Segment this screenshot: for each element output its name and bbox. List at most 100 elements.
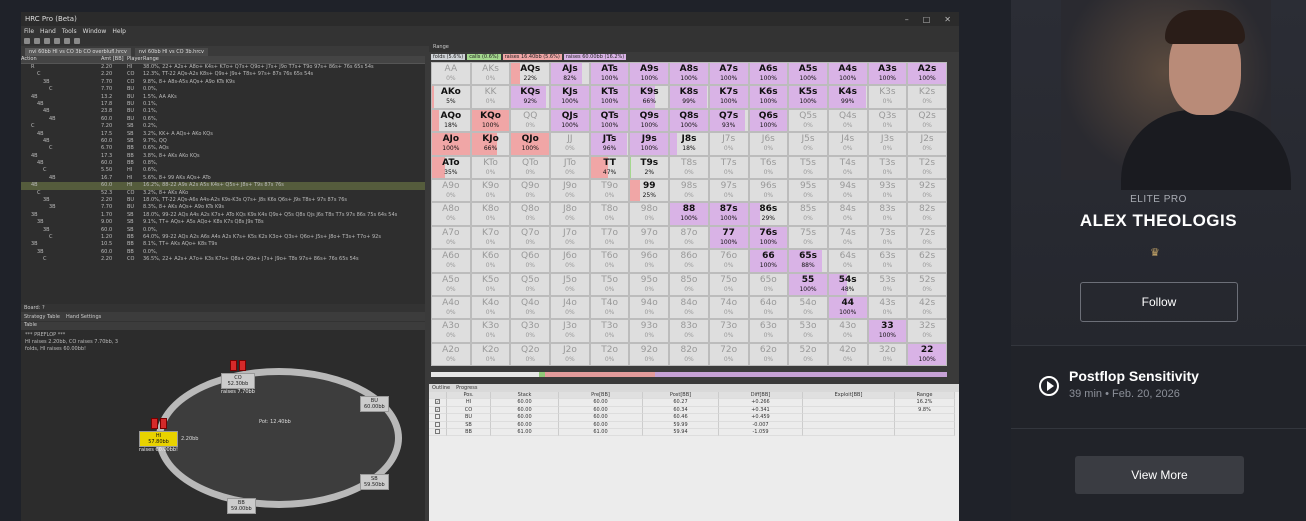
seat-bu[interactable]: BU 60.00bb <box>360 396 389 412</box>
range-cell[interactable]: JJ 0% <box>550 132 590 156</box>
range-cell[interactable]: 42s 0% <box>907 295 947 320</box>
range-cell[interactable]: 53o 0% <box>788 319 828 343</box>
tree-row[interactable]: C 1.20 BB 64.0%, 99-22 AQs A2s A6s A4s A2s … <box>21 234 425 241</box>
outline-tab[interactable]: Outline <box>432 385 450 391</box>
range-cell[interactable]: J4s 0% <box>827 132 868 156</box>
range-cell[interactable]: 93s 0% <box>867 178 908 203</box>
range-cell[interactable]: QQ 0% <box>510 108 551 133</box>
tab-strategy-table[interactable]: Strategy Table <box>24 314 60 320</box>
range-cell[interactable]: T5o 0% <box>589 272 630 296</box>
range-cell[interactable]: Q9s 100% <box>629 108 670 133</box>
range-cell[interactable]: 52s 0% <box>907 272 947 296</box>
range-cell[interactable]: K9o 0% <box>470 178 511 203</box>
range-cell[interactable]: 54o 0% <box>788 295 828 320</box>
range-cell[interactable]: KTo 0% <box>470 155 511 179</box>
range-cell[interactable]: 62s 0% <box>907 249 947 273</box>
range-cell[interactable]: AQo 18% <box>431 108 471 133</box>
range-cell[interactable]: Q8o 0% <box>510 202 551 226</box>
legend-item[interactable]: calls (0.6%) <box>467 54 501 60</box>
range-cell[interactable]: 92s 0% <box>907 178 947 203</box>
checkbox-icon[interactable]: ✓ <box>435 406 440 412</box>
range-cell[interactable]: 88 100% <box>669 202 709 226</box>
open-icon[interactable] <box>34 38 40 44</box>
range-cell[interactable]: 74s 0% <box>827 225 868 250</box>
range-cell[interactable]: QTo 0% <box>510 155 551 179</box>
checkbox-icon[interactable] <box>435 428 440 434</box>
range-cell[interactable]: 73o 0% <box>708 319 749 343</box>
tree-row[interactable]: 3B 1.70 SB 18.0%, 99-22 AQs A4s A2s K7s+ AT… <box>21 212 425 219</box>
tab-hand-settings[interactable]: Hand Settings <box>66 314 101 320</box>
menu-item-tools[interactable]: Tools <box>62 28 77 35</box>
range-cell[interactable]: 84o 0% <box>669 295 709 320</box>
close-icon[interactable]: ✕ <box>944 15 951 24</box>
seat-sb[interactable]: SB 59.50bb <box>360 474 389 490</box>
menu-item-hand[interactable]: Hand <box>40 28 56 35</box>
range-cell[interactable]: K5s 100% <box>788 85 828 109</box>
range-cell[interactable]: J6o 0% <box>550 249 590 273</box>
range-cell[interactable]: 83o 0% <box>669 319 709 343</box>
legend-item[interactable]: raises 60.00bb (16.2%) <box>563 54 627 60</box>
range-cell[interactable]: T9o 0% <box>589 178 630 203</box>
menu-item-help[interactable]: Help <box>112 28 126 35</box>
range-cell[interactable]: 98s 0% <box>669 178 709 203</box>
range-cell[interactable]: K4s 99% <box>827 85 868 109</box>
minimize-icon[interactable]: – <box>905 15 909 24</box>
range-cell[interactable]: 99 25% <box>629 178 670 203</box>
range-cell[interactable]: K9s 66% <box>629 85 670 109</box>
checkbox-icon[interactable]: ✓ <box>435 399 440 405</box>
range-cell[interactable]: A8o 0% <box>431 202 471 226</box>
range-cell[interactable]: 65s 88% <box>788 249 828 273</box>
range-cell[interactable]: Q8s 100% <box>669 108 709 133</box>
tree-row[interactable]: C 5.50 HI 0.6%, <box>21 167 425 174</box>
range-cell[interactable]: AKs 0% <box>470 62 511 86</box>
range-cell[interactable]: A9o 0% <box>431 178 471 203</box>
range-cell[interactable]: T8o 0% <box>589 202 630 226</box>
follow-button[interactable]: Follow <box>1080 282 1238 322</box>
tree-row[interactable]: 3B 7.70 CO 9.8%, 8+ A8s-A5s AQs+ A9o KTs K9… <box>21 79 425 86</box>
range-cell[interactable]: J7s 0% <box>708 132 749 156</box>
range-cell[interactable]: 97s 0% <box>708 178 749 203</box>
range-cell[interactable]: 97o 0% <box>629 225 670 250</box>
range-cell[interactable]: T7s 0% <box>708 155 749 179</box>
tree-row[interactable]: 3B 9.00 SB 9.1%, TT+ AQs+ A5s AQo+ K8s K7s … <box>21 219 425 226</box>
range-cell[interactable]: KJs 100% <box>550 85 590 109</box>
tree-row[interactable]: C 7.20 SB 0.2%, <box>21 123 425 130</box>
range-cell[interactable]: Q6o 0% <box>510 249 551 273</box>
checkbox-icon[interactable] <box>435 414 440 420</box>
range-cell[interactable]: A5s 100% <box>788 62 828 86</box>
tree-row[interactable]: 3B 10.5 BB 8.1%, TT+ AKs AQo+ K8s T9s <box>21 241 425 248</box>
undo-icon[interactable] <box>64 38 70 44</box>
range-cell[interactable]: JTs 96% <box>589 132 630 156</box>
file-tab[interactable]: nvi 60bb HI vs CO 3b CO overblufl.hrcv <box>25 48 131 56</box>
tree-row[interactable]: C 2.20 CO 12.3%, TT-22 AQs-A2s K8s+ Q9s+ J9… <box>21 71 425 78</box>
range-cell[interactable]: QJo 100% <box>510 132 551 156</box>
player-checkbox[interactable] <box>429 421 447 429</box>
tree-row[interactable]: R 2.20 HI 38.0%, 22+ A2s+ A8o+ K4s+ K7o+ Q7… <box>21 64 425 71</box>
range-cell[interactable]: 94o 0% <box>629 295 670 320</box>
range-cell[interactable]: 86o 0% <box>669 249 709 273</box>
range-cell[interactable]: T7o 0% <box>589 225 630 250</box>
tree-row[interactable]: C 7.70 BU 0.0%, <box>21 86 425 93</box>
range-cell[interactable]: 87s 100% <box>708 202 749 226</box>
tree-row[interactable]: 4B 13.2 BU 1.5%, AA AKs <box>21 94 425 101</box>
range-cell[interactable]: 85s 0% <box>788 202 828 226</box>
range-cell[interactable]: Q3s 0% <box>867 108 908 133</box>
range-cell[interactable]: AJs 82% <box>550 62 590 86</box>
range-cell[interactable]: T5s 0% <box>788 155 828 179</box>
range-cell[interactable]: J7o 0% <box>550 225 590 250</box>
tree-row[interactable]: 4B 16.7 HI 5.6%, 8+ 99 AKs AQs+ ATo <box>21 175 425 182</box>
tree-row[interactable]: C 52.3 CO 3.2%, 8+ AKs AKo <box>21 190 425 197</box>
range-cell[interactable]: T4o 0% <box>589 295 630 320</box>
range-cell[interactable]: T9s 2% <box>629 155 670 179</box>
play-icon[interactable] <box>1039 376 1059 396</box>
player-checkbox[interactable] <box>429 428 447 437</box>
range-cell[interactable]: K3o 0% <box>470 319 511 343</box>
range-cell[interactable]: A3s 100% <box>867 62 908 86</box>
view-more-button[interactable]: View More <box>1075 456 1244 494</box>
range-cell[interactable]: 95s 0% <box>788 178 828 203</box>
range-cell[interactable]: K5o 0% <box>470 272 511 296</box>
range-cell[interactable]: A2s 100% <box>907 62 947 86</box>
range-cell[interactable]: T3s 0% <box>867 155 908 179</box>
range-cell[interactable]: 86s 29% <box>748 202 789 226</box>
new-icon[interactable] <box>24 38 30 44</box>
